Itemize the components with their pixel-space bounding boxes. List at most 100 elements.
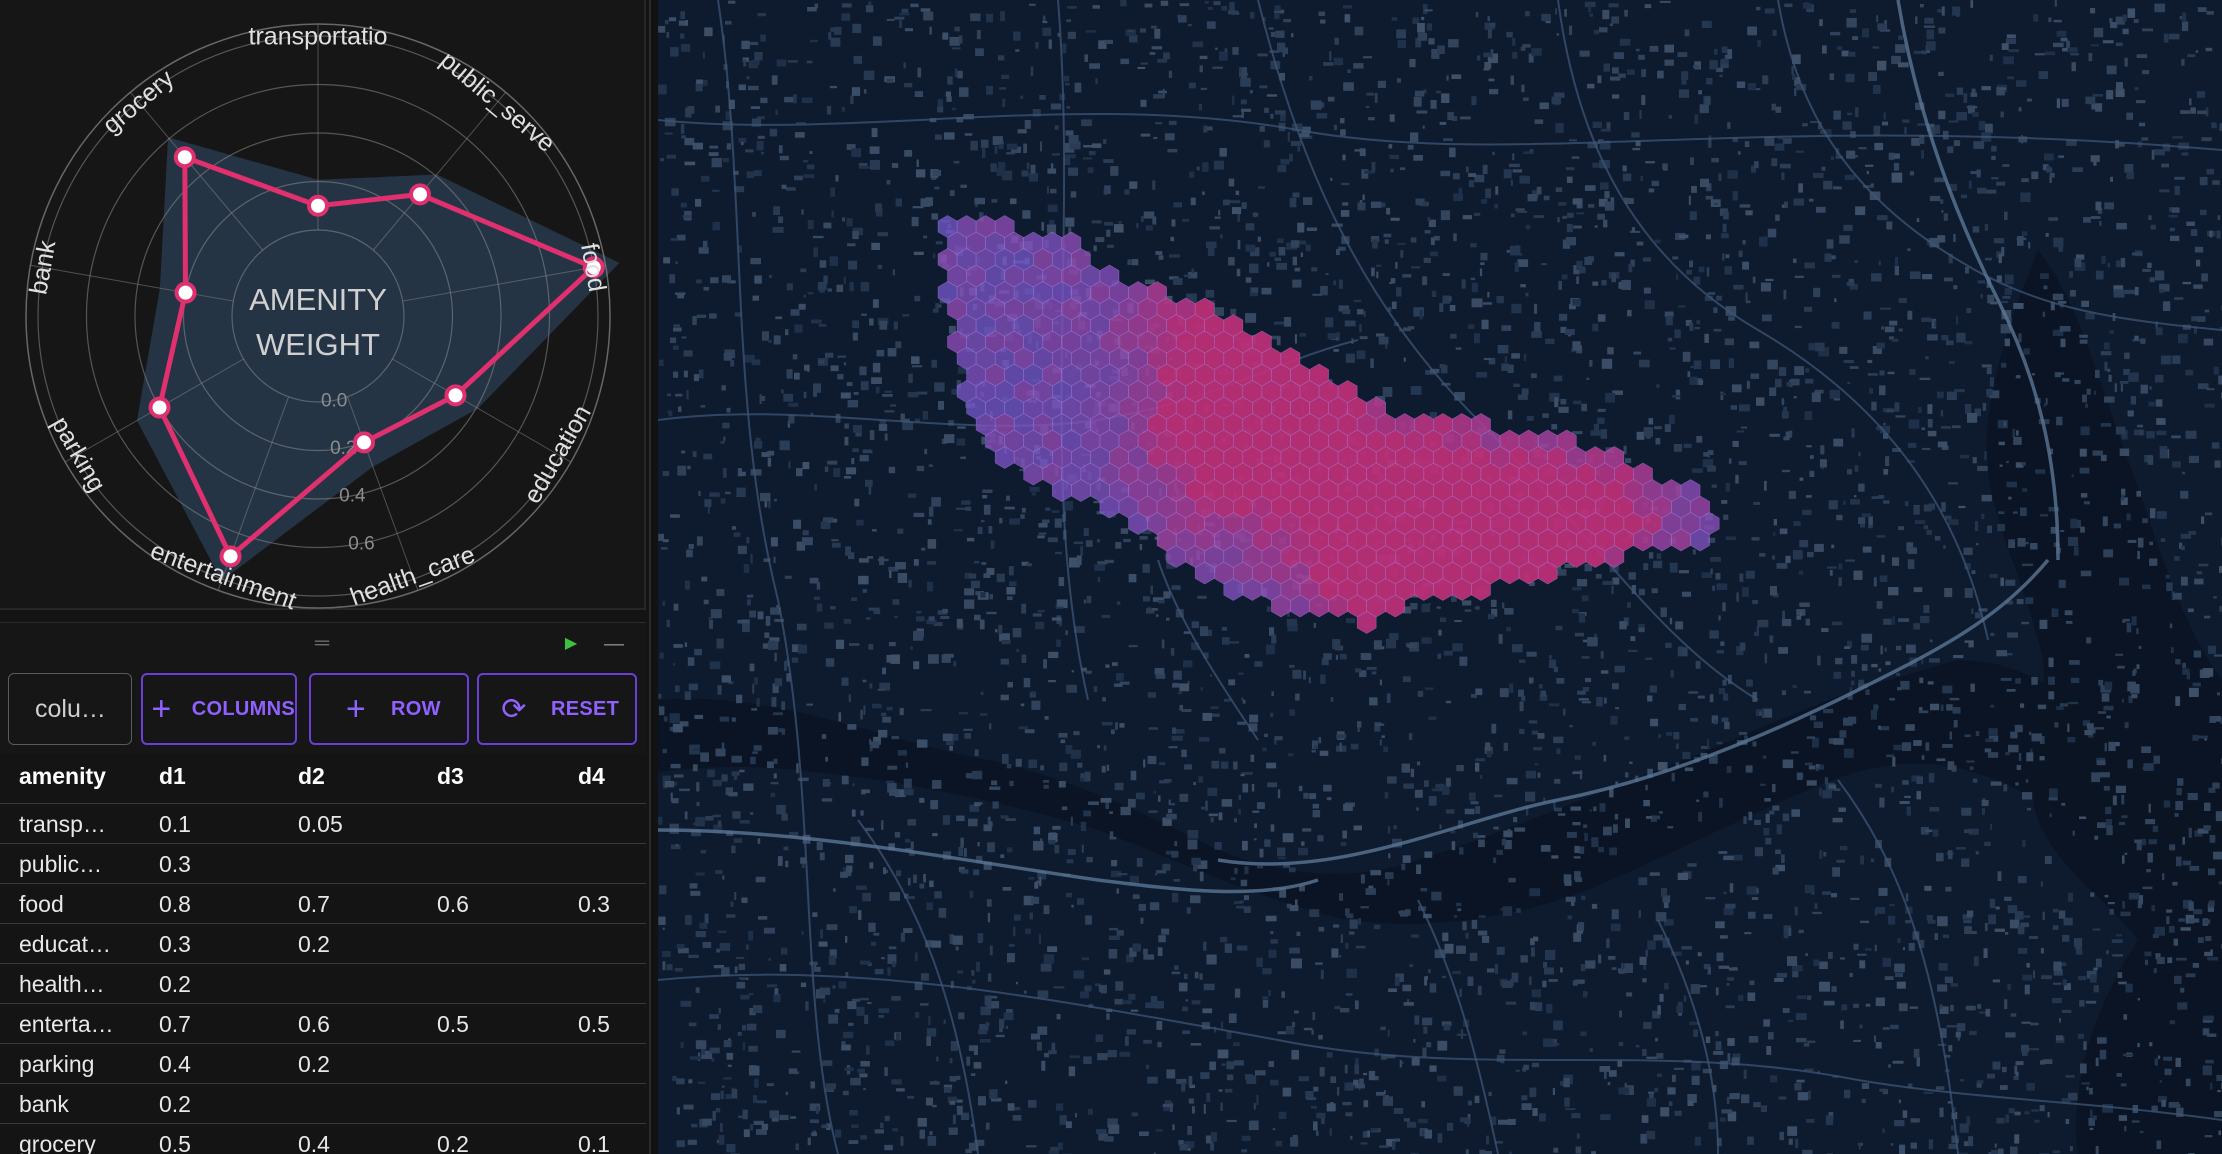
table-cell[interactable]: 0.5 — [578, 1004, 638, 1044]
table-cell[interactable]: 0.7 — [298, 884, 378, 924]
table-cell[interactable] — [578, 1044, 638, 1084]
table-cell[interactable] — [298, 1084, 378, 1124]
building-block — [2109, 330, 2114, 334]
table-cell[interactable]: 0.6 — [298, 1004, 378, 1044]
building-block — [2039, 619, 2048, 629]
building-block — [1485, 742, 1491, 751]
table-cell[interactable] — [578, 924, 638, 964]
table-cell[interactable]: 0.3 — [159, 924, 239, 964]
table-cell[interactable] — [298, 844, 378, 884]
table-cell[interactable] — [437, 1084, 517, 1124]
table-cell[interactable]: 0.8 — [159, 884, 239, 924]
add-columns-button[interactable]: + COLUMNS — [141, 673, 297, 745]
table-cell[interactable]: 0.4 — [298, 1124, 378, 1154]
column-header[interactable]: d3 — [437, 754, 517, 804]
building-block — [1061, 806, 1068, 811]
table-cell[interactable]: bank — [19, 1084, 119, 1124]
building-block — [971, 1073, 976, 1076]
table-cell[interactable]: 0.5 — [159, 1124, 239, 1154]
table-cell[interactable] — [578, 844, 638, 884]
table-cell[interactable]: 0.6 — [437, 884, 517, 924]
building-block — [707, 769, 715, 778]
building-block — [2209, 230, 2213, 238]
building-block — [1795, 1013, 1807, 1020]
table-cell[interactable]: 0.3 — [159, 844, 239, 884]
building-block — [750, 258, 761, 265]
table-cell[interactable]: health… — [19, 964, 119, 1004]
building-block — [1653, 560, 1663, 569]
building-block — [787, 60, 798, 63]
table-cell[interactable]: 0.2 — [298, 924, 378, 964]
column-header[interactable]: d4 — [578, 754, 638, 804]
building-block — [736, 487, 746, 498]
building-block — [881, 712, 887, 717]
table-cell[interactable] — [437, 844, 517, 884]
building-block — [1159, 780, 1170, 784]
building-block — [1186, 907, 1191, 914]
table-cell[interactable] — [437, 924, 517, 964]
building-block — [1639, 359, 1650, 368]
table-cell[interactable]: 0.1 — [159, 804, 239, 844]
column-header[interactable]: d2 — [298, 754, 378, 804]
table-cell[interactable] — [578, 1084, 638, 1124]
building-block — [1505, 1001, 1517, 1005]
minimize-icon[interactable]: — — [602, 633, 626, 655]
table-cell[interactable]: 0.7 — [159, 1004, 239, 1044]
table-cell[interactable]: 0.2 — [159, 1084, 239, 1124]
table-cell[interactable]: enterta… — [19, 1004, 119, 1044]
table-cell[interactable] — [578, 964, 638, 1004]
building-block — [2155, 399, 2163, 407]
table-cell[interactable]: educat… — [19, 924, 119, 964]
table-cell[interactable]: parking — [19, 1044, 119, 1084]
building-block — [1168, 70, 1173, 78]
building-block — [2173, 938, 2178, 946]
table-row: enterta… 0.7 0.6 0.5 0.5 — [0, 1004, 646, 1044]
building-block — [2044, 855, 2052, 865]
building-block — [2121, 698, 2124, 703]
building-block — [1530, 373, 1537, 379]
play-icon[interactable]: ▶ — [561, 633, 581, 655]
table-cell[interactable] — [578, 804, 638, 844]
table-cell[interactable]: 0.4 — [159, 1044, 239, 1084]
building-block — [1001, 74, 1010, 79]
reset-button[interactable]: ⟳ RESET — [477, 673, 637, 745]
table-cell[interactable] — [437, 804, 517, 844]
column-input[interactable]: colu… — [8, 673, 132, 745]
building-block — [1479, 1149, 1486, 1154]
city-basemap[interactable] — [658, 0, 2222, 1154]
building-block — [1799, 540, 1809, 548]
building-block — [1950, 1004, 1954, 1012]
building-block — [1752, 600, 1759, 605]
table-cell[interactable]: transp… — [19, 804, 119, 844]
building-block — [882, 667, 886, 675]
building-block — [1048, 651, 1059, 658]
table-cell[interactable]: 0.2 — [298, 1044, 378, 1084]
building-block — [827, 460, 838, 465]
building-block — [1609, 23, 1613, 26]
building-block — [757, 135, 765, 139]
building-block — [1232, 207, 1242, 215]
table-cell[interactable]: 0.3 — [578, 884, 638, 924]
drag-handle-icon[interactable]: ═ — [311, 633, 333, 653]
table-cell[interactable]: 0.2 — [437, 1124, 517, 1154]
building-block — [2031, 373, 2035, 376]
table-cell[interactable]: 0.1 — [578, 1124, 638, 1154]
column-header[interactable]: d1 — [159, 754, 239, 804]
table-cell[interactable]: 0.05 — [298, 804, 378, 844]
table-cell[interactable] — [437, 964, 517, 1004]
table-cell[interactable]: 0.2 — [159, 964, 239, 1004]
table-cell[interactable]: grocery — [19, 1124, 119, 1154]
table-cell[interactable]: public… — [19, 844, 119, 884]
column-header[interactable]: amenity — [19, 754, 119, 804]
table-cell[interactable] — [437, 1044, 517, 1084]
table-cell[interactable]: 0.5 — [437, 1004, 517, 1044]
building-block — [2153, 968, 2157, 974]
add-row-button[interactable]: + ROW — [309, 673, 469, 745]
table-cell[interactable]: food — [19, 884, 119, 924]
table-cell[interactable] — [298, 964, 378, 1004]
map-view[interactable] — [658, 0, 2222, 1154]
building-block — [1218, 209, 1221, 216]
building-block — [816, 582, 821, 590]
building-block — [1048, 39, 1052, 49]
building-block — [712, 814, 721, 818]
